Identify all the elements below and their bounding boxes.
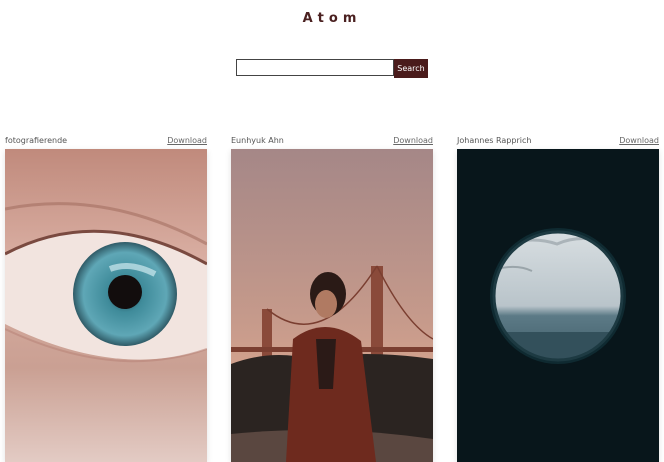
download-link[interactable]: Download — [167, 136, 207, 145]
author-name[interactable]: Eunhyuk Ahn — [231, 136, 284, 145]
brand-logo[interactable]: Atom — [0, 11, 664, 26]
card-header: fotografierende Download — [5, 134, 207, 146]
search-bar: Search — [236, 59, 428, 78]
card-header: Johannes Rapprich Download — [457, 134, 659, 146]
author-name[interactable]: Johannes Rapprich — [457, 136, 531, 145]
photo-image[interactable] — [457, 149, 659, 462]
photo-card: Johannes Rapprich Download — [457, 134, 659, 462]
photo-image[interactable] — [5, 149, 207, 462]
card-header: Eunhyuk Ahn Download — [231, 134, 433, 146]
download-link[interactable]: Download — [393, 136, 433, 145]
photo-image[interactable] — [231, 149, 433, 462]
photo-card: Eunhyuk Ahn Download — [231, 134, 433, 462]
search-input[interactable] — [236, 59, 394, 76]
author-name[interactable]: fotografierende — [5, 136, 67, 145]
download-link[interactable]: Download — [619, 136, 659, 145]
search-button[interactable]: Search — [394, 59, 428, 78]
photo-card: fotografierende Download — [5, 134, 207, 462]
